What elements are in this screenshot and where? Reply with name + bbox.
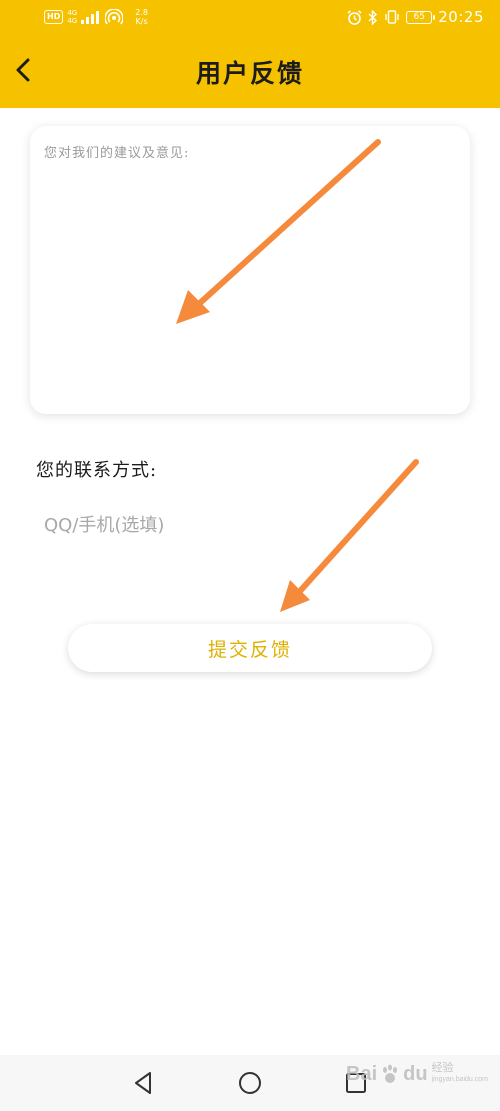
status-right-group: 65 20:25	[347, 8, 484, 26]
watermark-brand: Bai	[346, 1062, 378, 1085]
battery-indicator: 65	[406, 10, 436, 24]
network-type: 4G 4G	[67, 9, 77, 25]
nav-home-button[interactable]	[236, 1069, 264, 1097]
status-bar: HD 4G 4G 2.8 K/s 65 20:25	[0, 0, 500, 36]
network-speed: 2.8 K/s	[135, 8, 148, 26]
watermark-brand-suffix: du	[403, 1062, 428, 1085]
feedback-screen: HD 4G 4G 2.8 K/s 65 20:25 用户反馈 您对我们的建议及意…	[0, 0, 500, 1111]
title-bar: 用户反馈	[0, 36, 500, 108]
baidu-watermark: Bai du 经验 jingyan.baidu.com	[346, 1062, 488, 1086]
status-time: 20:25	[438, 8, 484, 26]
contact-input[interactable]	[44, 508, 454, 542]
speed-unit: K/s	[135, 17, 148, 26]
vibrate-icon	[385, 10, 399, 24]
hd-badge: HD	[44, 10, 64, 24]
network-type-top: 4G	[67, 9, 78, 17]
page-title: 用户反馈	[195, 59, 304, 88]
submit-feedback-button[interactable]: 提交反馈	[68, 624, 432, 672]
paw-logo-icon	[383, 1064, 398, 1083]
speed-value: 2.8	[135, 8, 148, 17]
app-header: HD 4G 4G 2.8 K/s 65 20:25 用户反馈	[0, 0, 500, 108]
bluetooth-icon	[368, 9, 378, 25]
signal-icon	[81, 10, 100, 24]
feedback-textarea[interactable]	[44, 142, 454, 398]
wifi-hotspot-icon	[105, 9, 124, 25]
feedback-card	[30, 126, 470, 414]
alarm-icon	[347, 9, 362, 25]
watermark-sub-line-2: jingyan.baidu.com	[431, 1076, 488, 1083]
triangle-back-icon	[135, 1072, 151, 1094]
status-left-group: HD 4G 4G 2.8 K/s	[44, 8, 148, 26]
circle-home-icon	[239, 1072, 261, 1094]
contact-label: 您的联系方式:	[36, 460, 158, 481]
nav-back-button[interactable]	[130, 1069, 158, 1097]
network-type-bottom: 4G	[67, 17, 78, 25]
watermark-subtitle: 经验 jingyan.baidu.com	[432, 1062, 488, 1086]
watermark-sub-line: 经验	[431, 1062, 454, 1074]
